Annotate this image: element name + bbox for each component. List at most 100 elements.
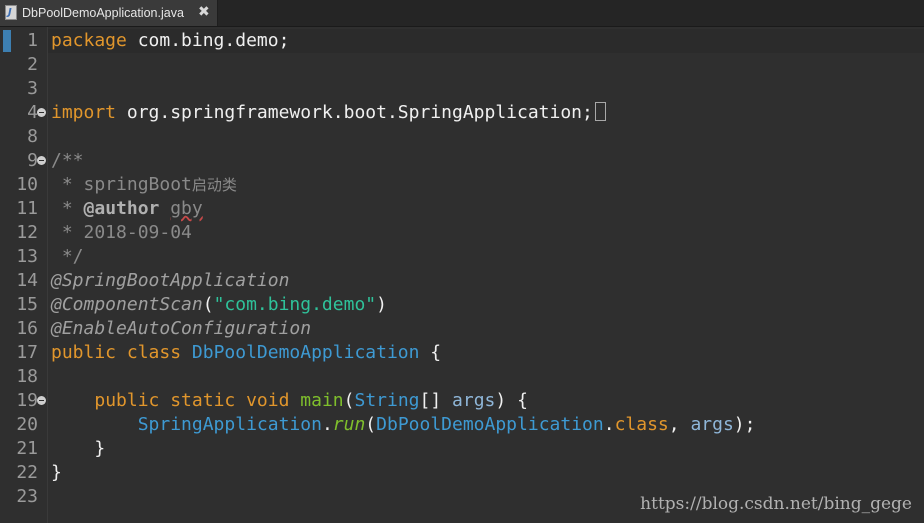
- keyword: package: [51, 30, 127, 51]
- line-number: 2: [27, 54, 38, 75]
- javadoc-tag: @author: [83, 198, 160, 219]
- code-text[interactable]: /**: [51, 149, 84, 173]
- paren: (: [365, 414, 377, 435]
- keyword: public class: [51, 342, 182, 363]
- code-text[interactable]: }: [51, 437, 105, 461]
- code-text[interactable]: import org.springframework.boot.SpringAp…: [51, 101, 606, 125]
- code-text[interactable]: * springBoot启动类: [51, 173, 237, 197]
- keyword: import: [51, 102, 117, 123]
- line-number: 13: [16, 246, 38, 267]
- code-text[interactable]: * @author gby: [51, 197, 203, 221]
- type-name: String: [354, 390, 420, 411]
- close-icon[interactable]: ✖: [198, 3, 210, 21]
- line-number: 3: [27, 78, 38, 99]
- editor-tab-bar: J DbPoolDemoApplication.java ✖: [0, 0, 924, 27]
- code-line: 11 * @author gby: [0, 197, 924, 221]
- code-editor[interactable]: 1 package com.bing.demo; 2 3 4 import or…: [0, 27, 924, 523]
- paren-brace: ) {: [495, 390, 528, 411]
- line-number: 19: [16, 390, 38, 411]
- editor-window: J DbPoolDemoApplication.java ✖ 1 package…: [0, 0, 924, 523]
- parameter: args: [452, 390, 496, 411]
- paren: ): [376, 294, 387, 315]
- paren: (: [343, 390, 355, 411]
- code-line: 17 public class DbPoolDemoApplication {: [0, 341, 924, 365]
- code-text[interactable]: public class DbPoolDemoApplication {: [51, 341, 441, 365]
- code-text[interactable]: SpringApplication.run(DbPoolDemoApplicat…: [51, 413, 756, 437]
- code-line: 10 * springBoot启动类: [0, 173, 924, 197]
- code-line: 15 @ComponentScan("com.bing.demo"): [0, 293, 924, 317]
- line-number: 12: [16, 222, 38, 243]
- code-line: 4 import org.springframework.boot.Spring…: [0, 101, 924, 125]
- dot: .: [321, 414, 333, 435]
- paren: (: [202, 294, 214, 315]
- line-number: 15: [16, 294, 38, 315]
- tab-title: DbPoolDemoApplication.java: [22, 6, 184, 20]
- tab-dbpooldemoapplication[interactable]: J DbPoolDemoApplication.java ✖: [0, 0, 218, 26]
- comment-prefix: *: [51, 198, 84, 219]
- code-line: 18: [0, 365, 924, 389]
- author-name: gby: [170, 198, 203, 219]
- java-file-icon: J: [5, 5, 17, 20]
- method-name: main: [300, 390, 344, 411]
- code-line: 12 * 2018-09-04: [0, 221, 924, 245]
- fold-toggle-icon[interactable]: [37, 156, 46, 165]
- collapsed-imports-icon[interactable]: [594, 102, 606, 121]
- keyword: public static void: [94, 390, 290, 411]
- code-line: 16 @EnableAutoConfiguration: [0, 317, 924, 341]
- line-number: 16: [16, 318, 38, 339]
- code-text[interactable]: }: [51, 461, 62, 485]
- code-line: 21 }: [0, 437, 924, 461]
- fold-toggle-icon[interactable]: [37, 108, 46, 117]
- line-number: 9: [27, 150, 38, 171]
- code-line: 13 */: [0, 245, 924, 269]
- code-line: 9 /**: [0, 149, 924, 173]
- code-text[interactable]: package com.bing.demo;: [51, 29, 289, 53]
- package-name: com.bing.demo;: [126, 30, 290, 51]
- type-name: SpringApplication: [137, 414, 322, 435]
- code-line: 3: [0, 77, 924, 101]
- code-line: 19 public static void main(String[] args…: [0, 389, 924, 413]
- line-number: 10: [16, 174, 38, 195]
- keyword: class: [614, 414, 669, 435]
- line-number: 4: [27, 102, 38, 123]
- line-number: 17: [16, 342, 38, 363]
- line-number: 14: [16, 270, 38, 291]
- code-text[interactable]: @EnableAutoConfiguration: [51, 317, 311, 341]
- code-text[interactable]: public static void main(String[] args) {: [51, 389, 528, 413]
- class-name: DbPoolDemoApplication: [191, 342, 420, 363]
- code-line: 1 package com.bing.demo;: [0, 29, 924, 53]
- annotation: @ComponentScan: [51, 294, 203, 315]
- line-number: 23: [16, 486, 38, 507]
- line-number: 22: [16, 462, 38, 483]
- line-number: 21: [16, 438, 38, 459]
- brace: {: [419, 342, 442, 363]
- code-text[interactable]: @ComponentScan("com.bing.demo"): [51, 293, 387, 317]
- line-number: 11: [16, 198, 38, 219]
- watermark: https://blog.csdn.net/bing_gege: [640, 494, 912, 514]
- array-brackets: []: [419, 390, 453, 411]
- parameter: args: [690, 414, 734, 435]
- static-method-name: run: [332, 414, 366, 435]
- code-line: 14 @SpringBootApplication: [0, 269, 924, 293]
- line-number: 20: [16, 414, 38, 435]
- comment-text: * springBoot: [51, 174, 192, 195]
- line-number: 18: [16, 366, 38, 387]
- paren-semicolon: );: [733, 414, 756, 435]
- code-text[interactable]: * 2018-09-04: [51, 221, 192, 245]
- code-line: 20 SpringApplication.run(DbPoolDemoAppli…: [0, 413, 924, 437]
- fold-toggle-icon[interactable]: [37, 396, 46, 405]
- comma: ,: [668, 414, 691, 435]
- code-text[interactable]: @SpringBootApplication: [51, 269, 289, 293]
- code-line: 22 }: [0, 461, 924, 485]
- dot: .: [603, 414, 615, 435]
- code-text[interactable]: */: [51, 245, 84, 269]
- line-number: 1: [27, 30, 38, 51]
- code-line: 2: [0, 53, 924, 77]
- comment-text-cjk: 启动类: [191, 176, 237, 194]
- import-path: org.springframework.boot.SpringApplicati…: [116, 102, 593, 123]
